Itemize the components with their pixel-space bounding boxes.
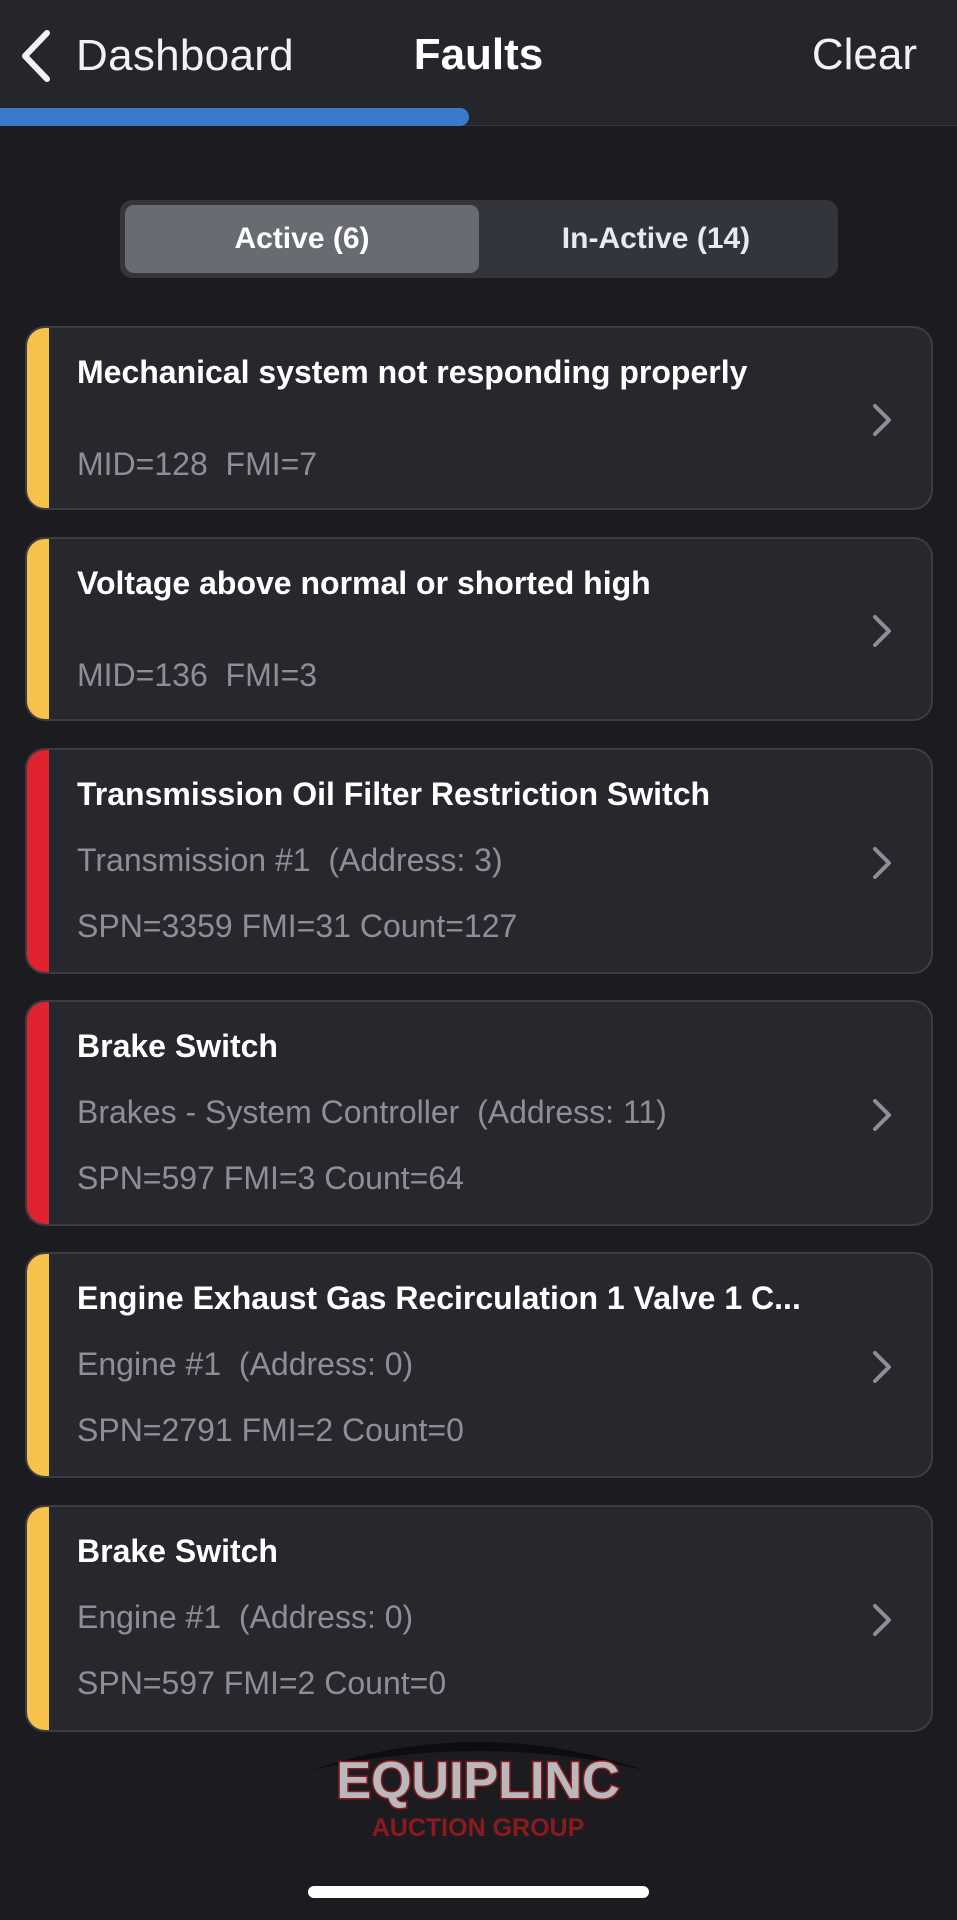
fault-status-segmented-control: Active (6) In-Active (14) (120, 200, 838, 278)
home-indicator[interactable] (308, 1886, 649, 1898)
fault-title: Transmission Oil Filter Restriction Swit… (77, 776, 711, 812)
severity-indicator (27, 750, 49, 972)
logo-tagline-text: AUCTION GROUP (372, 1814, 585, 1842)
fault-card[interactable]: Transmission Oil Filter Restriction Swit… (25, 748, 933, 974)
loading-progress-fill (0, 108, 469, 126)
navigation-bar: Dashboard Faults Clear (0, 0, 957, 126)
fault-title: Mechanical system not responding properl… (77, 354, 748, 390)
fault-title: Brake Switch (77, 1533, 278, 1569)
chevron-right-icon (873, 1099, 891, 1131)
fault-codes: SPN=2791 FMI=2 Count=0 (77, 1412, 464, 1448)
fault-source: Transmission #1 (Address: 3) (77, 842, 503, 878)
fault-codes: SPN=3359 FMI=31 Count=127 (77, 908, 518, 944)
chevron-right-icon (873, 1351, 891, 1383)
chevron-right-icon (873, 404, 891, 436)
fault-source: Engine #1 (Address: 0) (77, 1346, 414, 1382)
fault-card[interactable]: Engine Exhaust Gas Recirculation 1 Valve… (25, 1252, 933, 1478)
loading-progress-bar (0, 108, 957, 126)
fault-title: Voltage above normal or shorted high (77, 565, 651, 601)
fault-card[interactable]: Mechanical system not responding properl… (25, 326, 933, 510)
fault-codes: SPN=597 FMI=2 Count=0 (77, 1665, 447, 1701)
fault-card[interactable]: Voltage above normal or shorted high MID… (25, 537, 933, 721)
tab-active[interactable]: Active (6) (125, 205, 479, 273)
tab-inactive[interactable]: In-Active (14) (479, 205, 833, 273)
severity-indicator (27, 1002, 49, 1224)
chevron-right-icon (873, 1604, 891, 1636)
clear-button[interactable]: Clear (812, 30, 917, 80)
fault-codes: MID=136 FMI=3 (77, 657, 318, 693)
severity-indicator (27, 328, 49, 508)
chevron-right-icon (873, 615, 891, 647)
severity-indicator (27, 1254, 49, 1476)
fault-source: Engine #1 (Address: 0) (77, 1599, 414, 1635)
fault-title: Brake Switch (77, 1028, 278, 1064)
fault-card[interactable]: Brake Switch Brakes - System Controller … (25, 1000, 933, 1226)
severity-indicator (27, 539, 49, 719)
equiplinc-logo: EQUIPLINC AUCTION GROUP (312, 1742, 644, 1842)
fault-title: Engine Exhaust Gas Recirculation 1 Valve… (77, 1280, 801, 1316)
fault-card[interactable]: Brake Switch Engine #1 (Address: 0) SPN=… (25, 1505, 933, 1732)
logo-brand-text: EQUIPLINC (336, 1752, 619, 1810)
severity-indicator (27, 1507, 49, 1730)
fault-source: Brakes - System Controller (Address: 11) (77, 1094, 667, 1130)
chevron-right-icon (873, 847, 891, 879)
fault-codes: MID=128 FMI=7 (77, 446, 318, 482)
fault-codes: SPN=597 FMI=3 Count=64 (77, 1160, 464, 1196)
